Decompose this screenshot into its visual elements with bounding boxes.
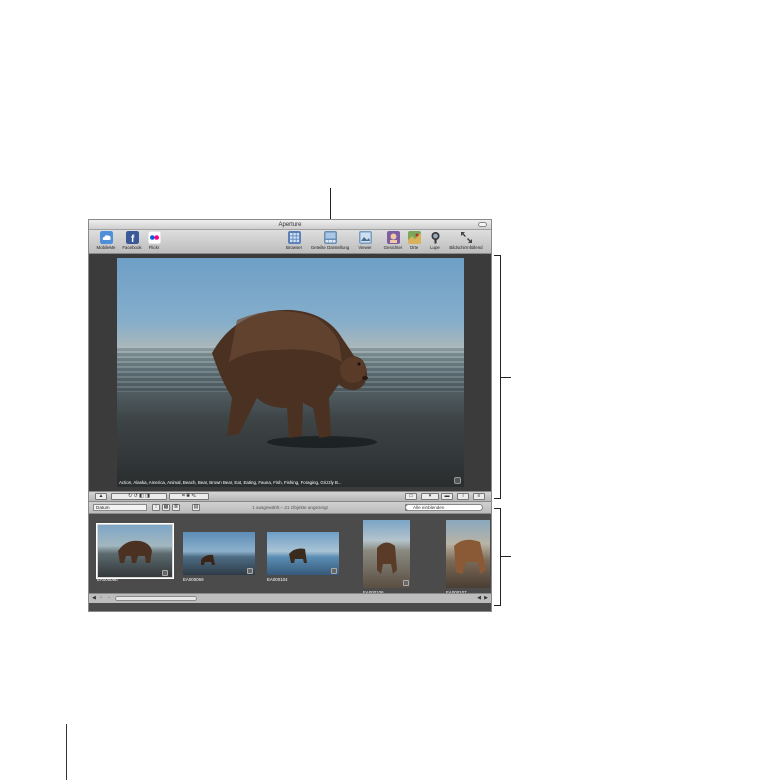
- faces-label: Gesichter: [383, 245, 403, 250]
- filmstrip-scrollbar[interactable]: ◀ ▫ ◦ ◀ ▶: [89, 593, 491, 603]
- chevron-down-icon: ▾: [428, 493, 432, 499]
- viewer-button[interactable]: Viewer: [354, 231, 376, 251]
- thumbnail-1[interactable]: EA000090: [97, 524, 173, 584]
- search-field[interactable]: Alle einblenden: [405, 504, 483, 511]
- browser-filmstrip: EA000090 EA000069 EA000104 EA000106: [89, 514, 491, 603]
- fullscreen-button[interactable]: Bildschirmfüllend: [444, 231, 488, 251]
- fullscreen-icon: [460, 232, 472, 243]
- zoom-slider-icon[interactable]: ◦: [108, 595, 110, 601]
- facebook-button[interactable]: f Facebook: [120, 231, 144, 251]
- browser-button[interactable]: Browser: [283, 231, 305, 251]
- rotate-icons: ↻ ↺ ◧ ◨: [128, 493, 150, 499]
- thumbnail-caption: EA000069: [183, 577, 204, 582]
- viewer-icon: [358, 231, 372, 244]
- grid-icon: [287, 231, 301, 244]
- faces-button[interactable]: Gesichter: [381, 231, 405, 251]
- page-margin-rule: [66, 724, 67, 780]
- main-photo[interactable]: Action, Alaska, America, Animal, Beach, …: [117, 258, 464, 487]
- photo-box-button[interactable]: ▭: [405, 493, 417, 500]
- aperture-window: Aperture MobileMe f Facebook Flickr Brow…: [88, 219, 492, 612]
- bear-thumb-icon: [289, 548, 307, 563]
- info-icon: i: [462, 493, 464, 499]
- bear-thumb-icon: [201, 554, 215, 565]
- rotate-tools-group[interactable]: ↻ ↺ ◧ ◨: [111, 493, 167, 500]
- box-icon: ▭: [408, 493, 414, 499]
- browser-header: Datum ↕ ▦ ≣ ▤ 1 ausgewählt – 21 Objekte …: [89, 502, 491, 514]
- browser-label: Browser: [285, 245, 303, 250]
- edit-tools-group[interactable]: ⌗ ◉ ✎: [169, 493, 209, 500]
- keywords-overlay: Action, Alaska, America, Animal, Beach, …: [119, 480, 342, 485]
- list-icon: ≡: [477, 493, 481, 499]
- split-view-button[interactable]: Geteilte Darstellung: [306, 231, 354, 251]
- callout-bracket-viewer-bottom: [494, 498, 500, 499]
- zoom-out-icon[interactable]: ▫: [100, 595, 102, 601]
- scroll-left-icon[interactable]: ◀: [92, 595, 96, 601]
- callout-bracket-browser: [500, 508, 501, 606]
- callout-line-browser: [500, 556, 511, 557]
- flickr-label: Flickr: [148, 245, 160, 250]
- bear-thumb-icon: [118, 540, 152, 563]
- bear-image: [212, 309, 368, 438]
- bear-thumb-icon: [454, 539, 486, 574]
- inspector-button[interactable]: i: [457, 493, 469, 500]
- toolbar-toggle-button[interactable]: [478, 222, 487, 227]
- places-icon: [407, 231, 421, 244]
- scroll-right-icon[interactable]: ▶: [484, 595, 488, 601]
- flickr-button[interactable]: Flickr: [144, 231, 164, 251]
- scroll-left-end-icon[interactable]: ◀: [477, 595, 481, 601]
- thumbnail-3[interactable]: EA000104: [267, 532, 339, 582]
- facebook-label: Facebook: [122, 245, 142, 250]
- thumbnail-badge-icon: [331, 568, 337, 574]
- thumbnail-image: [363, 520, 410, 588]
- hud-button[interactable]: ≡: [473, 493, 485, 500]
- crop-icons: ⌗ ◉ ✎: [181, 493, 197, 499]
- callout-line-viewer: [500, 377, 511, 378]
- flag-button[interactable]: ▬: [441, 493, 453, 500]
- window-title: Aperture: [278, 222, 302, 228]
- callout-bracket-browser-bottom: [494, 605, 500, 606]
- viewer-pane: Action, Alaska, America, Animal, Beach, …: [89, 254, 491, 491]
- thumbnail-2[interactable]: EA000069: [183, 532, 255, 582]
- thumbnail-5[interactable]: EA000107: [446, 520, 490, 598]
- thumbnail-badge-icon: [247, 568, 253, 574]
- bear-thumb-icon: [377, 542, 397, 574]
- adjust-menu-button[interactable]: ▾: [421, 493, 439, 500]
- cloud-icon: [99, 231, 113, 244]
- thumbnail-caption: EA000090: [97, 577, 118, 582]
- title-bar: Aperture: [89, 220, 491, 230]
- arrow-icon: ▲: [98, 493, 104, 499]
- thumbnail-image: [446, 520, 490, 588]
- thumbnail-image: [183, 532, 255, 575]
- selection-tool-button[interactable]: ▲: [95, 493, 107, 500]
- mobileme-button[interactable]: MobileMe: [92, 231, 120, 251]
- callout-bracket-browser-top: [494, 508, 500, 509]
- loupe-button[interactable]: Lupe: [427, 231, 443, 251]
- mobileme-label: MobileMe: [96, 245, 116, 250]
- control-bar: ▲ ↻ ↺ ◧ ◨ ⌗ ◉ ✎ ▭ ▾ ▬ i ≡: [89, 491, 491, 502]
- split-view-icon: [323, 231, 337, 244]
- loupe-icon: [431, 232, 439, 244]
- viewer-label: Viewer: [358, 245, 372, 250]
- places-label: Orte: [409, 245, 419, 250]
- thumbnail-badge-icon: [403, 580, 409, 586]
- thumbnail-caption: EA000104: [267, 577, 288, 582]
- metadata-badge-icon[interactable]: [454, 477, 461, 484]
- scroll-thumb[interactable]: [115, 596, 197, 601]
- thumbnail-image: [267, 532, 339, 575]
- flag-icon: ▬: [444, 493, 450, 499]
- flickr-icon: [147, 231, 161, 244]
- facebook-icon: f: [125, 231, 139, 244]
- thumbnail-4[interactable]: EA000106: [363, 520, 411, 598]
- places-button[interactable]: Orte: [405, 231, 423, 251]
- callout-bracket-viewer-top: [494, 255, 500, 256]
- split-view-label: Geteilte Darstellung: [310, 245, 350, 250]
- toolbar: MobileMe f Facebook Flickr Browser Getei…: [89, 230, 491, 254]
- faces-icon: [386, 231, 400, 244]
- thumbnail-badge-icon: [162, 570, 168, 576]
- loupe-label: Lupe: [430, 245, 440, 250]
- fullscreen-label: Bildschirmfüllend: [449, 245, 483, 250]
